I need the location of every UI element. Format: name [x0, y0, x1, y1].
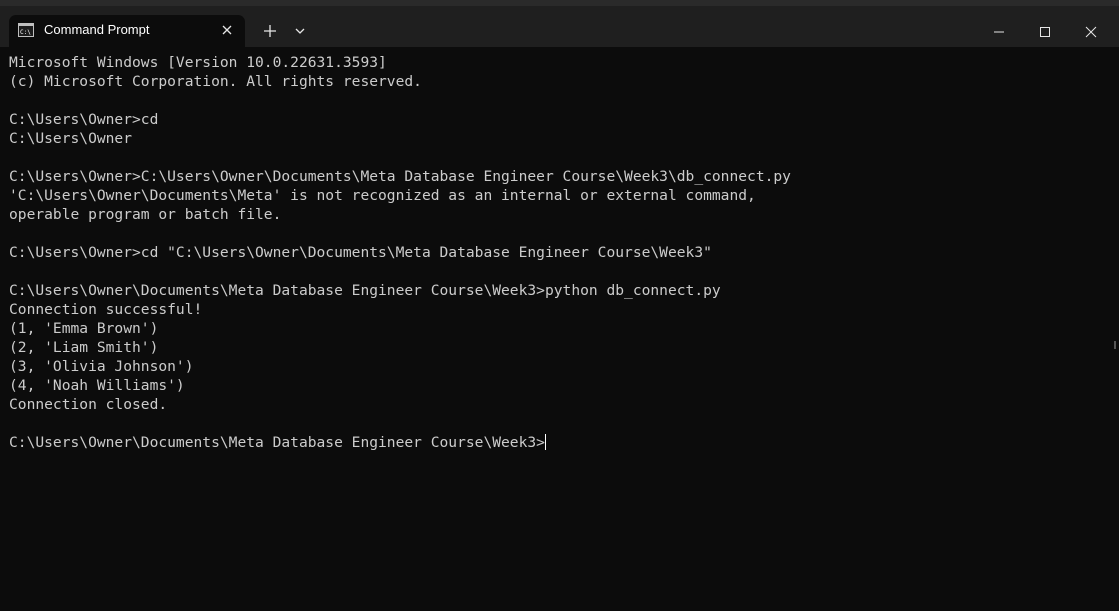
close-window-button[interactable]	[1068, 12, 1114, 52]
command-prompt-icon: C:\	[18, 23, 34, 37]
new-tab-plus-icon[interactable]	[261, 22, 279, 40]
terminal-output[interactable]: Microsoft Windows [Version 10.0.22631.35…	[9, 53, 1104, 603]
terminal-line: 'C:\Users\Owner\Documents\Meta' is not r…	[9, 186, 1104, 205]
terminal-window: C:\ Command Prompt Microsoft Windows [Ve…	[0, 0, 1119, 611]
terminal-line-text: C:\Users\Owner>cd	[9, 111, 159, 128]
scrollbar-thumb[interactable]	[1114, 341, 1116, 349]
terminal-line: C:\Users\Owner>cd	[9, 110, 1104, 129]
terminal-line: (c) Microsoft Corporation. All rights re…	[9, 72, 1104, 91]
terminal-line-text: operable program or batch file.	[9, 206, 282, 223]
terminal-line: C:\Users\Owner>C:\Users\Owner\Documents\…	[9, 167, 1104, 186]
maximize-button[interactable]	[1022, 12, 1068, 52]
terminal-line: (3, 'Olivia Johnson')	[9, 357, 1104, 376]
terminal-line-text: (1, 'Emma Brown')	[9, 320, 159, 337]
tab-command-prompt[interactable]: C:\ Command Prompt	[9, 15, 245, 47]
minimize-button[interactable]	[976, 12, 1022, 52]
scrollbar[interactable]	[1110, 47, 1119, 611]
terminal-line: Connection closed.	[9, 395, 1104, 414]
terminal-line: Microsoft Windows [Version 10.0.22631.35…	[9, 53, 1104, 72]
terminal-line-text: (2, 'Liam Smith')	[9, 339, 159, 356]
terminal-line-text: C:\Users\Owner\Documents\Meta Database E…	[9, 434, 545, 451]
terminal-line: C:\Users\Owner\Documents\Meta Database E…	[9, 281, 1104, 300]
terminal-line-text: (4, 'Noah Williams')	[9, 377, 185, 394]
maximize-icon	[1040, 27, 1050, 37]
title-bar: C:\ Command Prompt	[0, 6, 1119, 47]
terminal-line: operable program or batch file.	[9, 205, 1104, 224]
terminal-line-text: (3, 'Olivia Johnson')	[9, 358, 194, 375]
terminal-line-text: Microsoft Windows [Version 10.0.22631.35…	[9, 54, 387, 71]
tab-title: Command Prompt	[44, 22, 150, 37]
terminal-line: (1, 'Emma Brown')	[9, 319, 1104, 338]
minimize-icon	[994, 31, 1004, 33]
terminal-line: C:\Users\Owner\Documents\Meta Database E…	[9, 433, 1104, 452]
close-icon	[1085, 26, 1097, 38]
text-cursor	[544, 434, 546, 450]
svg-text:C:\: C:\	[20, 29, 31, 36]
close-tab-icon[interactable]	[219, 22, 235, 38]
terminal-line-text: C:\Users\Owner\Documents\Meta Database E…	[9, 282, 721, 299]
terminal-line: C:\Users\Owner	[9, 129, 1104, 148]
terminal-line-text: Connection closed.	[9, 396, 168, 413]
terminal-line-text: Connection successful!	[9, 301, 203, 318]
terminal-line: (4, 'Noah Williams')	[9, 376, 1104, 395]
terminal-line-text: 'C:\Users\Owner\Documents\Meta' is not r…	[9, 187, 756, 204]
chevron-down-icon[interactable]	[293, 24, 307, 38]
terminal-line: C:\Users\Owner>cd "C:\Users\Owner\Docume…	[9, 243, 1104, 262]
terminal-line: Connection successful!	[9, 300, 1104, 319]
terminal-line-text: C:\Users\Owner>C:\Users\Owner\Documents\…	[9, 168, 791, 185]
terminal-line-text: (c) Microsoft Corporation. All rights re…	[9, 73, 422, 90]
terminal-line: (2, 'Liam Smith')	[9, 338, 1104, 357]
terminal-line-text: C:\Users\Owner>cd "C:\Users\Owner\Docume…	[9, 244, 712, 261]
terminal-line-text: C:\Users\Owner	[9, 130, 133, 147]
